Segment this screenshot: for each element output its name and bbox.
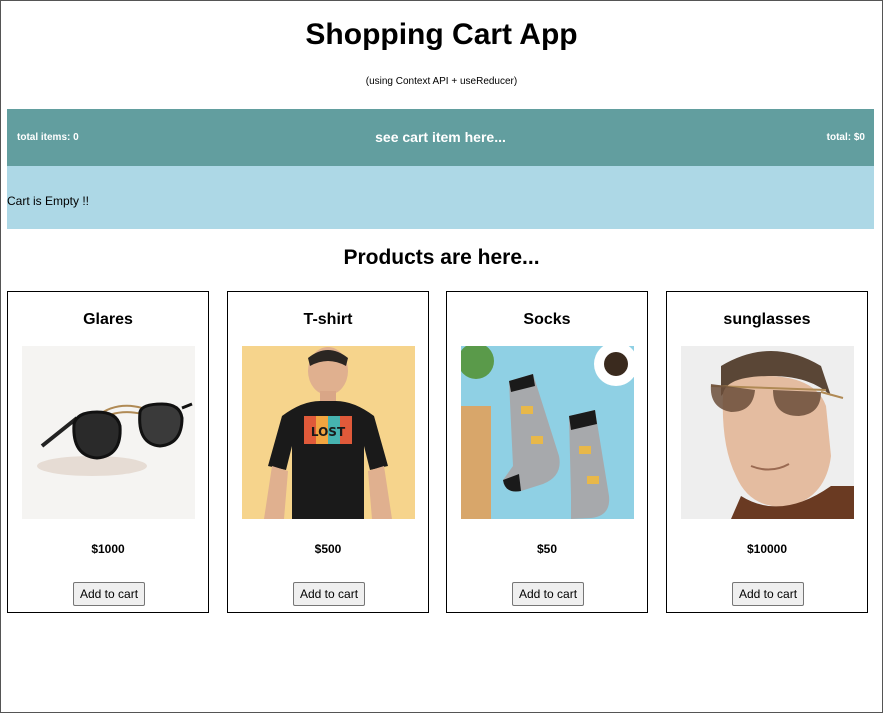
app-window: Shopping Cart App (using Context API + u… xyxy=(0,0,883,713)
product-price: $500 xyxy=(314,542,342,556)
page-title: Shopping Cart App xyxy=(305,18,578,51)
product-card-glares: Glares $1000 Add to cart xyxy=(7,291,209,613)
add-to-cart-button[interactable]: Add to cart xyxy=(293,582,366,606)
product-card-sunglasses: sunglasses $10000 Add to cart xyxy=(666,291,868,613)
product-price: $10000 xyxy=(746,542,788,556)
product-name: Socks xyxy=(523,311,571,328)
man-sunglasses-product-image xyxy=(681,346,854,519)
product-price: $1000 xyxy=(91,542,125,556)
cart-empty-message: Cart is Empty !! xyxy=(7,194,90,208)
svg-text:LOST: LOST xyxy=(311,425,346,439)
tshirt-product-image: LOST xyxy=(242,346,415,519)
product-card-tshirt: T-shirt LOST $500 Add to cart xyxy=(227,291,429,613)
product-name: Glares xyxy=(83,311,133,328)
cart-header-bar: total items: 0 see cart item here... tot… xyxy=(7,109,874,166)
cart-items-area: Cart is Empty !! xyxy=(7,166,874,229)
product-name: T-shirt xyxy=(303,311,353,328)
products-heading: Products are here... xyxy=(343,246,540,269)
socks-product-image xyxy=(461,346,634,519)
add-to-cart-button[interactable]: Add to cart xyxy=(732,582,805,606)
sunglasses-product-image xyxy=(22,346,195,519)
cart-header-text: see cart item here... xyxy=(375,129,506,145)
add-to-cart-button[interactable]: Add to cart xyxy=(512,582,585,606)
cart-total-price: total: $0 xyxy=(826,132,865,143)
product-card-socks: Socks $50 Add to cart xyxy=(446,291,648,613)
product-name: sunglasses xyxy=(723,311,811,328)
product-price: $50 xyxy=(536,542,558,556)
add-to-cart-button[interactable]: Add to cart xyxy=(73,582,146,606)
page-subtitle: (using Context API + useReducer) xyxy=(365,76,518,87)
